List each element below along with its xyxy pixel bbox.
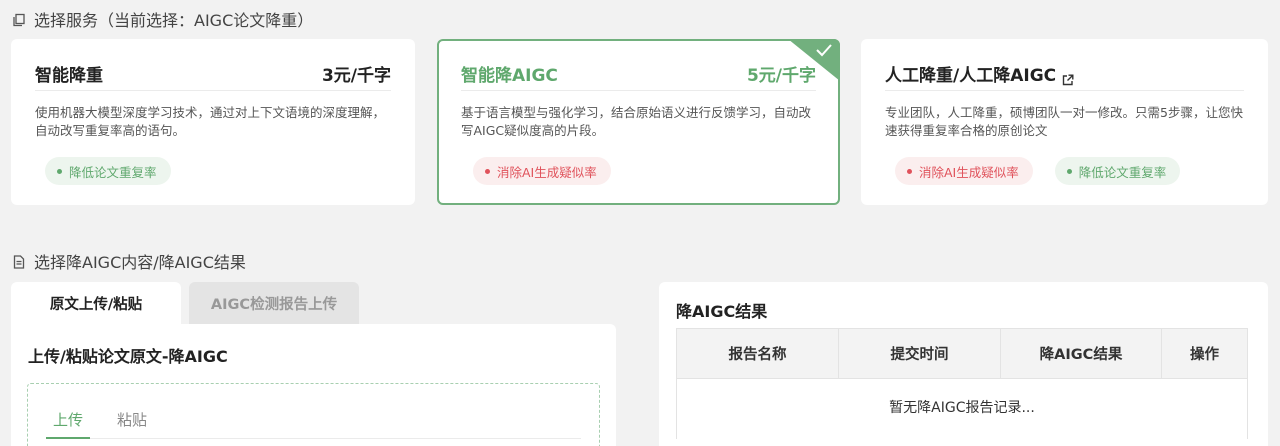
document-icon bbox=[12, 254, 26, 269]
upload-title: 上传/粘贴论文原文-降AIGC bbox=[28, 347, 228, 366]
result-panel: 降AIGC结果 报告名称 提交时间 降AIGC结果 操作 暂无降AIGC报告记录… bbox=[659, 282, 1268, 446]
feature-tag-label: 消除AI生成疑似率 bbox=[497, 164, 597, 180]
service-description: 基于语言模型与强化学习，结合原始语义进行反馈学习，自动改写AIGC疑似度高的片段… bbox=[461, 105, 812, 138]
dot-icon bbox=[1066, 168, 1072, 174]
upload-panel: 上传/粘贴论文原文-降AIGC 上传 粘贴 bbox=[11, 324, 616, 446]
dot-icon bbox=[485, 168, 490, 174]
dot-icon bbox=[57, 168, 62, 174]
feature-tag: 消除AI生成疑似率 bbox=[473, 157, 611, 185]
card-header: 智能降AIGC 5元/千字 bbox=[461, 57, 816, 91]
service-name: 智能降重 bbox=[35, 66, 103, 86]
content-tabs: 原文上传/粘贴 AIGC检测报告上传 bbox=[11, 282, 359, 324]
result-title: 降AIGC结果 bbox=[676, 302, 768, 321]
external-link-icon[interactable] bbox=[1062, 71, 1074, 85]
card-header: 智能降重 3元/千字 bbox=[35, 57, 391, 91]
service-price: 3元/千字 bbox=[321, 66, 391, 86]
service-tags: 消除AI生成疑似率 降低论文重复率 bbox=[895, 157, 1181, 185]
feature-tag-label: 降低论文重复率 bbox=[1078, 164, 1167, 180]
tab-aigc-report-upload[interactable]: AIGC检测报告上传 bbox=[189, 282, 359, 324]
feature-tag-label: 消除AI生成疑似率 bbox=[919, 164, 1019, 180]
sub-tab-paste[interactable]: 粘贴 bbox=[110, 409, 154, 439]
checkmark-icon bbox=[816, 44, 832, 57]
table-header: 报告名称 提交时间 降AIGC结果 操作 bbox=[676, 328, 1248, 379]
sub-tab-upload[interactable]: 上传 bbox=[46, 409, 91, 439]
feature-tag-label: 降低论文重复率 bbox=[69, 164, 157, 180]
card-header: 人工降重/人工降AIGC bbox=[885, 57, 1244, 91]
column-report-name: 报告名称 bbox=[677, 329, 839, 378]
feature-tag: 消除AI生成疑似率 bbox=[895, 157, 1033, 185]
empty-state: 暂无降AIGC报告记录... bbox=[676, 379, 1248, 439]
service-price: 5元/千字 bbox=[746, 66, 816, 86]
select-service-title: 选择服务（当前选择：AIGC论文降重） bbox=[34, 11, 314, 30]
service-name-wrap: 人工降重/人工降AIGC bbox=[885, 61, 1074, 86]
tab-original-upload[interactable]: 原文上传/粘贴 bbox=[11, 282, 181, 324]
column-aigc-result: 降AIGC结果 bbox=[1001, 329, 1162, 378]
column-actions: 操作 bbox=[1190, 347, 1219, 363]
result-table: 报告名称 提交时间 降AIGC结果 操作 暂无降AIGC报告记录... bbox=[676, 328, 1248, 439]
select-service-heading: 选择服务（当前选择：AIGC论文降重） bbox=[12, 7, 313, 31]
dot-icon bbox=[907, 168, 912, 174]
service-tags: 消除AI生成疑似率 bbox=[473, 157, 611, 185]
service-name: 智能降AIGC bbox=[461, 66, 558, 86]
upload-sub-tabs: 上传 粘贴 bbox=[46, 409, 581, 439]
feature-tag: 降低论文重复率 bbox=[45, 157, 171, 185]
service-tags: 降低论文重复率 bbox=[45, 157, 171, 185]
upload-dropzone[interactable]: 上传 粘贴 bbox=[27, 383, 600, 446]
service-card-smart-aigc[interactable]: 智能降AIGC 5元/千字 基于语言模型与强化学习，结合原始语义进行反馈学习，自… bbox=[437, 39, 840, 205]
service-description: 使用机器大模型深度学习技术，通过对上下文语境的深度理解，自动改写重复率高的语句。 bbox=[35, 105, 386, 138]
service-card-manual[interactable]: 人工降重/人工降AIGC 专业团队，人工降重，硕博团队一对一修改。只需5步骤，让… bbox=[861, 39, 1268, 205]
service-card-smart-rewrite[interactable]: 智能降重 3元/千字 使用机器大模型深度学习技术，通过对上下文语境的深度理解，自… bbox=[11, 39, 415, 205]
column-submit-time: 提交时间 bbox=[839, 329, 1001, 378]
service-name: 人工降重/人工降AIGC bbox=[885, 66, 1057, 86]
service-description: 专业团队，人工降重，硕博团队一对一修改。只需5步骤，让您快速获得重复率合格的原创… bbox=[885, 105, 1243, 138]
select-content-title: 选择降AIGC内容/降AIGC结果 bbox=[34, 253, 246, 272]
copy-icon bbox=[12, 12, 26, 27]
feature-tag: 降低论文重复率 bbox=[1054, 157, 1181, 185]
select-content-heading: 选择降AIGC内容/降AIGC结果 bbox=[12, 249, 246, 273]
